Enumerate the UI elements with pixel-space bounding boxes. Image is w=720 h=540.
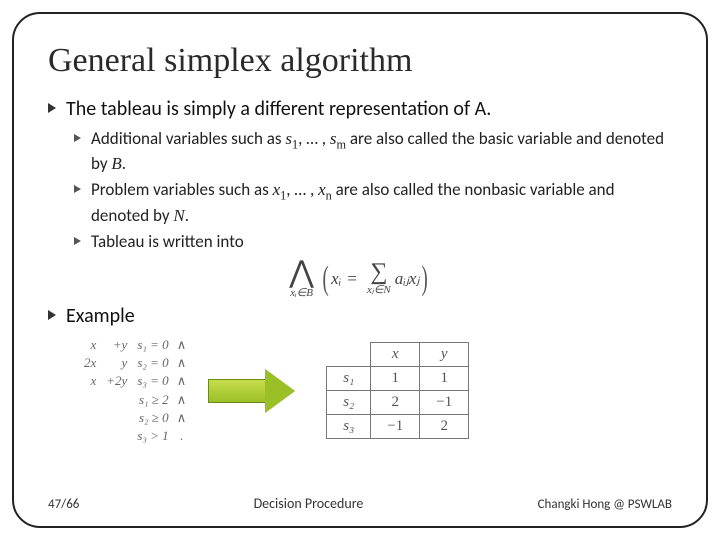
corner-cell	[327, 343, 371, 367]
example-content: x+ys₁ = 0∧ 2xys₂ = 0∧ x+2ys₃ = 0∧ s₁ ≥ 2…	[48, 335, 672, 447]
bullet-text: Example	[66, 303, 135, 329]
eq-row: x+ys₁ = 0∧	[80, 337, 188, 353]
row-header: s₁	[327, 367, 371, 391]
bullet-tableau-rep: The tableau is simply a different repres…	[48, 96, 672, 122]
footer-author: Changki Hong @ PSWLAB	[538, 497, 672, 512]
rparen-icon: )	[422, 260, 428, 298]
subbullet-tableau-written: Tableau is written into	[48, 231, 672, 253]
cell: −1	[371, 415, 420, 439]
eq-row: s₂ ≥ 0∧	[80, 410, 188, 426]
equation-system: x+ys₁ = 0∧ 2xys₂ = 0∧ x+2ys₃ = 0∧ s₁ ≥ 2…	[78, 335, 190, 447]
text-frag: Problem variables such as	[91, 179, 273, 200]
subbullet-text: Problem variables such as x1, … , xn are…	[91, 179, 672, 226]
text-frag: , … ,	[298, 128, 330, 149]
set-N: N	[173, 206, 184, 225]
arrow-right-icon	[208, 369, 298, 413]
var-sm: sm	[330, 129, 346, 148]
slide-number: 47/66	[48, 497, 79, 512]
table-row: s₃ −1 2	[327, 415, 469, 439]
subbullet-nonbasic-vars: Problem variables such as x1, … , xn are…	[48, 179, 672, 226]
eq-row: x+2ys₃ = 0∧	[80, 373, 188, 389]
bullet-example: Example	[48, 303, 672, 329]
triangle-bullet-icon	[48, 310, 56, 320]
table-row: s₂ 2 −1	[327, 391, 469, 415]
triangle-bullet-icon	[74, 134, 81, 142]
col-header: x	[371, 343, 420, 367]
triangle-bullet-icon	[74, 185, 81, 193]
var-xn: xn	[318, 180, 332, 199]
bullet-text: The tableau is simply a different repres…	[66, 96, 491, 122]
formula-block: ⋀ xᵢ∈B ( xᵢ = ∑ xⱼ∈N aᵢⱼxⱼ )	[48, 259, 672, 299]
triangle-bullet-icon	[48, 103, 56, 113]
eq-rhs: aᵢⱼxⱼ	[395, 269, 420, 289]
footer-title: Decision Procedure	[79, 495, 537, 512]
var-s1: s1	[285, 129, 298, 148]
table-row: x y	[327, 343, 469, 367]
sigma-sub: xⱼ∈N	[367, 283, 391, 296]
col-header: y	[420, 343, 469, 367]
footer: 47/66 Decision Procedure Changki Hong @ …	[48, 495, 672, 512]
eq-lhs: xᵢ	[331, 269, 341, 289]
cell: 2	[420, 415, 469, 439]
text-frag: , … ,	[286, 179, 318, 200]
eq-row: 2xys₂ = 0∧	[80, 355, 188, 371]
cell: 1	[420, 367, 469, 391]
cell: −1	[420, 391, 469, 415]
set-B: B	[111, 154, 121, 173]
var-x1: x1	[273, 180, 287, 199]
bigwedge-icon: ⋀ xᵢ∈B	[289, 259, 314, 299]
cell: 2	[371, 391, 420, 415]
text-frag: .	[185, 205, 189, 226]
table-row: s₁ 1 1	[327, 367, 469, 391]
slide-frame: General simplex algorithm The tableau is…	[12, 12, 708, 528]
text-frag: Additional variables such as	[91, 128, 285, 149]
cell: 1	[371, 367, 420, 391]
triangle-bullet-icon	[74, 237, 81, 245]
sigma-icon: ∑ xⱼ∈N	[367, 262, 391, 297]
subbullet-basic-vars: Additional variables such as s1, … , sm …	[48, 128, 672, 175]
formula: ⋀ xᵢ∈B ( xᵢ = ∑ xⱼ∈N aᵢⱼxⱼ )	[289, 259, 431, 299]
page-title: General simplex algorithm	[48, 42, 672, 80]
lparen-icon: (	[322, 260, 328, 298]
eq-row: s₃ > 1.	[80, 428, 188, 444]
text-frag: .	[122, 153, 126, 174]
wedge-sub: xᵢ∈B	[290, 286, 313, 299]
eq-body: xᵢ = ∑ xⱼ∈N aᵢⱼxⱼ	[331, 262, 419, 297]
eq-row: s₁ ≥ 2∧	[80, 392, 188, 408]
row-header: s₂	[327, 391, 371, 415]
subbullet-text: Tableau is written into	[91, 231, 244, 253]
tableau-table: x y s₁ 1 1 s₂ 2 −1 s₃ −1 2	[326, 342, 469, 439]
row-header: s₃	[327, 415, 371, 439]
subbullet-text: Additional variables such as s1, … , sm …	[91, 128, 672, 175]
